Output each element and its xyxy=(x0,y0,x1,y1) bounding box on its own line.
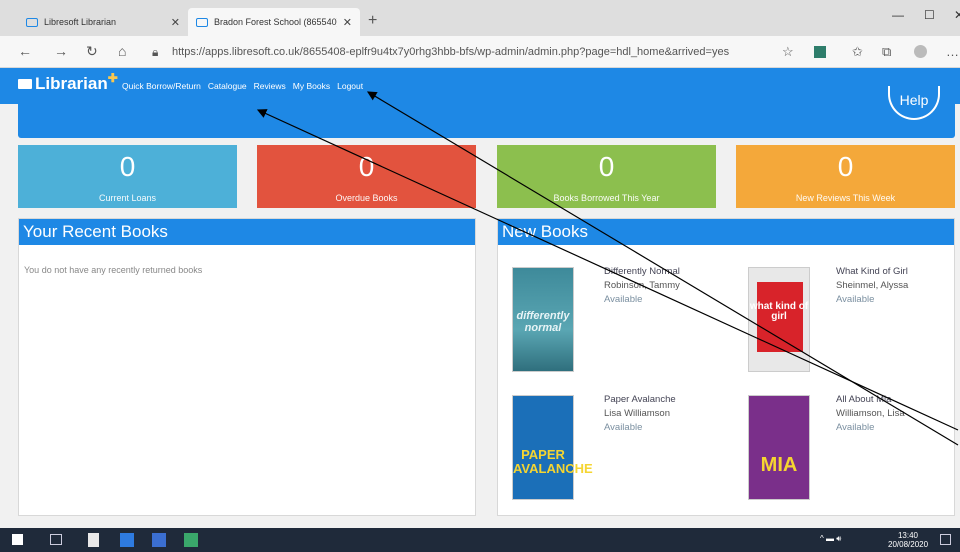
book-icon xyxy=(196,17,208,27)
cover-title: differently normal xyxy=(516,310,570,334)
panel-title: New Books xyxy=(498,219,954,245)
stat-new-reviews-this-week[interactable]: 0 New Reviews This Week xyxy=(736,145,955,208)
new-books-panel: New Books differently normal Differently… xyxy=(497,218,955,516)
home-icon[interactable]: ⌂ xyxy=(118,43,126,59)
empty-message: You do not have any recently returned bo… xyxy=(24,265,203,275)
minimize-icon[interactable]: — xyxy=(892,8,904,22)
book-author: Robinson, Tammy xyxy=(604,280,680,291)
more-icon[interactable]: … xyxy=(946,44,959,59)
star-icon[interactable]: ☆ xyxy=(782,44,794,60)
refresh-icon[interactable]: ↻ xyxy=(86,43,98,60)
browser-tab-bradon[interactable]: Bradon Forest School (865540) ✕ xyxy=(188,8,360,36)
favorites-icon[interactable]: ✩ xyxy=(852,44,863,60)
task-view-icon[interactable] xyxy=(50,534,62,545)
collections-icon[interactable]: ⧉ xyxy=(882,44,891,60)
nav-reviews[interactable]: Reviews xyxy=(254,81,286,91)
plus-icon: ✚ xyxy=(107,71,118,85)
book-author: Sheinmel, Alyssa xyxy=(836,280,909,291)
panel-title: Your Recent Books xyxy=(19,219,475,245)
book-status: Available xyxy=(836,294,875,305)
app-top-bar: Librarian ✚ Quick Borrow/Return Catalogu… xyxy=(0,68,960,104)
book-cover[interactable]: differently normal xyxy=(512,267,574,372)
start-icon[interactable] xyxy=(12,534,23,545)
notifications-icon[interactable] xyxy=(940,534,951,545)
browser-tab-strip: Libresoft Librarian ✕ Bradon Forest Scho… xyxy=(0,0,960,36)
stat-label: New Reviews This Week xyxy=(795,193,896,203)
cover-title: MIA xyxy=(760,454,798,476)
close-icon[interactable]: ✕ xyxy=(343,16,352,29)
back-icon[interactable]: ← xyxy=(18,43,32,59)
stat-value: 0 xyxy=(358,151,375,182)
stat-value: 0 xyxy=(598,151,615,182)
stat-overdue-books[interactable]: 0 Overdue Books xyxy=(257,145,476,208)
file-explorer-icon[interactable] xyxy=(88,533,99,547)
main-nav: Quick Borrow/Return Catalogue Reviews My… xyxy=(122,81,363,91)
librarian-logo[interactable]: Librarian ✚ xyxy=(18,71,118,94)
extension-icon[interactable] xyxy=(814,46,826,58)
book-status: Available xyxy=(836,422,875,433)
cover-title: what kind of girl xyxy=(749,301,809,322)
profile-icon[interactable] xyxy=(914,45,927,58)
book-status: Available xyxy=(604,422,643,433)
book-icon xyxy=(18,79,32,89)
book-icon xyxy=(26,17,38,27)
nav-my-books[interactable]: My Books xyxy=(293,81,330,91)
nav-logout[interactable]: Logout xyxy=(337,81,363,91)
book-author: Lisa Williamson xyxy=(604,408,670,419)
book-info: Differently Normal Robinson, Tammy Avail… xyxy=(604,265,680,307)
book-author: Williamson, Lisa xyxy=(836,408,905,419)
nav-catalogue[interactable]: Catalogue xyxy=(208,81,247,91)
app-icon[interactable] xyxy=(184,533,198,547)
cover-title: PAPER AVALANCHE xyxy=(513,447,593,476)
clock-date: 20/08/2020 xyxy=(888,540,929,549)
logo-text: Librarian xyxy=(35,74,108,93)
close-icon[interactable]: ✕ xyxy=(171,16,180,29)
book-status: Available xyxy=(604,294,643,305)
book-title[interactable]: Paper Avalanche xyxy=(604,393,676,407)
lock-icon: 🔒︎ xyxy=(152,45,159,59)
tab-title: Libresoft Librarian xyxy=(44,17,117,27)
edge-icon[interactable] xyxy=(120,533,134,547)
recent-books-panel: Your Recent Books You do not have any re… xyxy=(18,218,476,516)
clock-time: 13:40 xyxy=(897,531,919,540)
address-bar-row: ← → ↻ ⌂ 🔒︎ https://apps.libresoft.co.uk/… xyxy=(0,36,960,68)
tray-icons[interactable]: ^ ▬ 🔊︎ xyxy=(820,534,841,543)
book-cover[interactable]: what kind of girl xyxy=(748,267,810,372)
book-cover[interactable]: PAPER AVALANCHE xyxy=(512,395,593,500)
browser-tab-libresoft[interactable]: Libresoft Librarian ✕ xyxy=(18,8,188,36)
stat-value: 0 xyxy=(837,151,854,182)
windows-taskbar: ^ ▬ 🔊︎ 13:40 20/08/2020 xyxy=(0,528,960,552)
address-input[interactable]: https://apps.libresoft.co.uk/8655408-epl… xyxy=(172,46,729,58)
tab-title: Bradon Forest School (865540) xyxy=(214,17,337,27)
stat-label: Current Loans xyxy=(98,193,157,203)
nav-quick-borrow-return[interactable]: Quick Borrow/Return xyxy=(122,81,201,91)
book-info: All About Mia Williamson, Lisa Available xyxy=(836,393,905,435)
book-info: What Kind of Girl Sheinmel, Alyssa Avail… xyxy=(836,265,908,307)
close-window-icon[interactable]: ✕ xyxy=(954,8,960,22)
forward-icon[interactable]: → xyxy=(54,43,68,59)
photos-icon[interactable] xyxy=(152,533,166,547)
book-cover[interactable]: MIA xyxy=(748,395,810,500)
book-title[interactable]: Differently Normal xyxy=(604,265,680,279)
stat-label: Books Borrowed This Year xyxy=(553,193,660,203)
stat-value: 0 xyxy=(119,151,136,182)
stat-books-borrowed-this-year[interactable]: 0 Books Borrowed This Year xyxy=(497,145,716,208)
header-panel xyxy=(18,104,955,138)
maximize-icon[interactable]: ☐ xyxy=(924,8,935,22)
book-title[interactable]: All About Mia xyxy=(836,393,905,407)
stat-label: Overdue Books xyxy=(335,193,398,203)
stat-current-loans[interactable]: 0 Current Loans xyxy=(18,145,237,208)
new-tab-button[interactable]: + xyxy=(368,12,377,30)
book-title[interactable]: What Kind of Girl xyxy=(836,265,908,279)
taskbar-clock[interactable]: 13:40 20/08/2020 xyxy=(888,531,928,549)
book-info: Paper Avalanche Lisa Williamson Availabl… xyxy=(604,393,676,435)
